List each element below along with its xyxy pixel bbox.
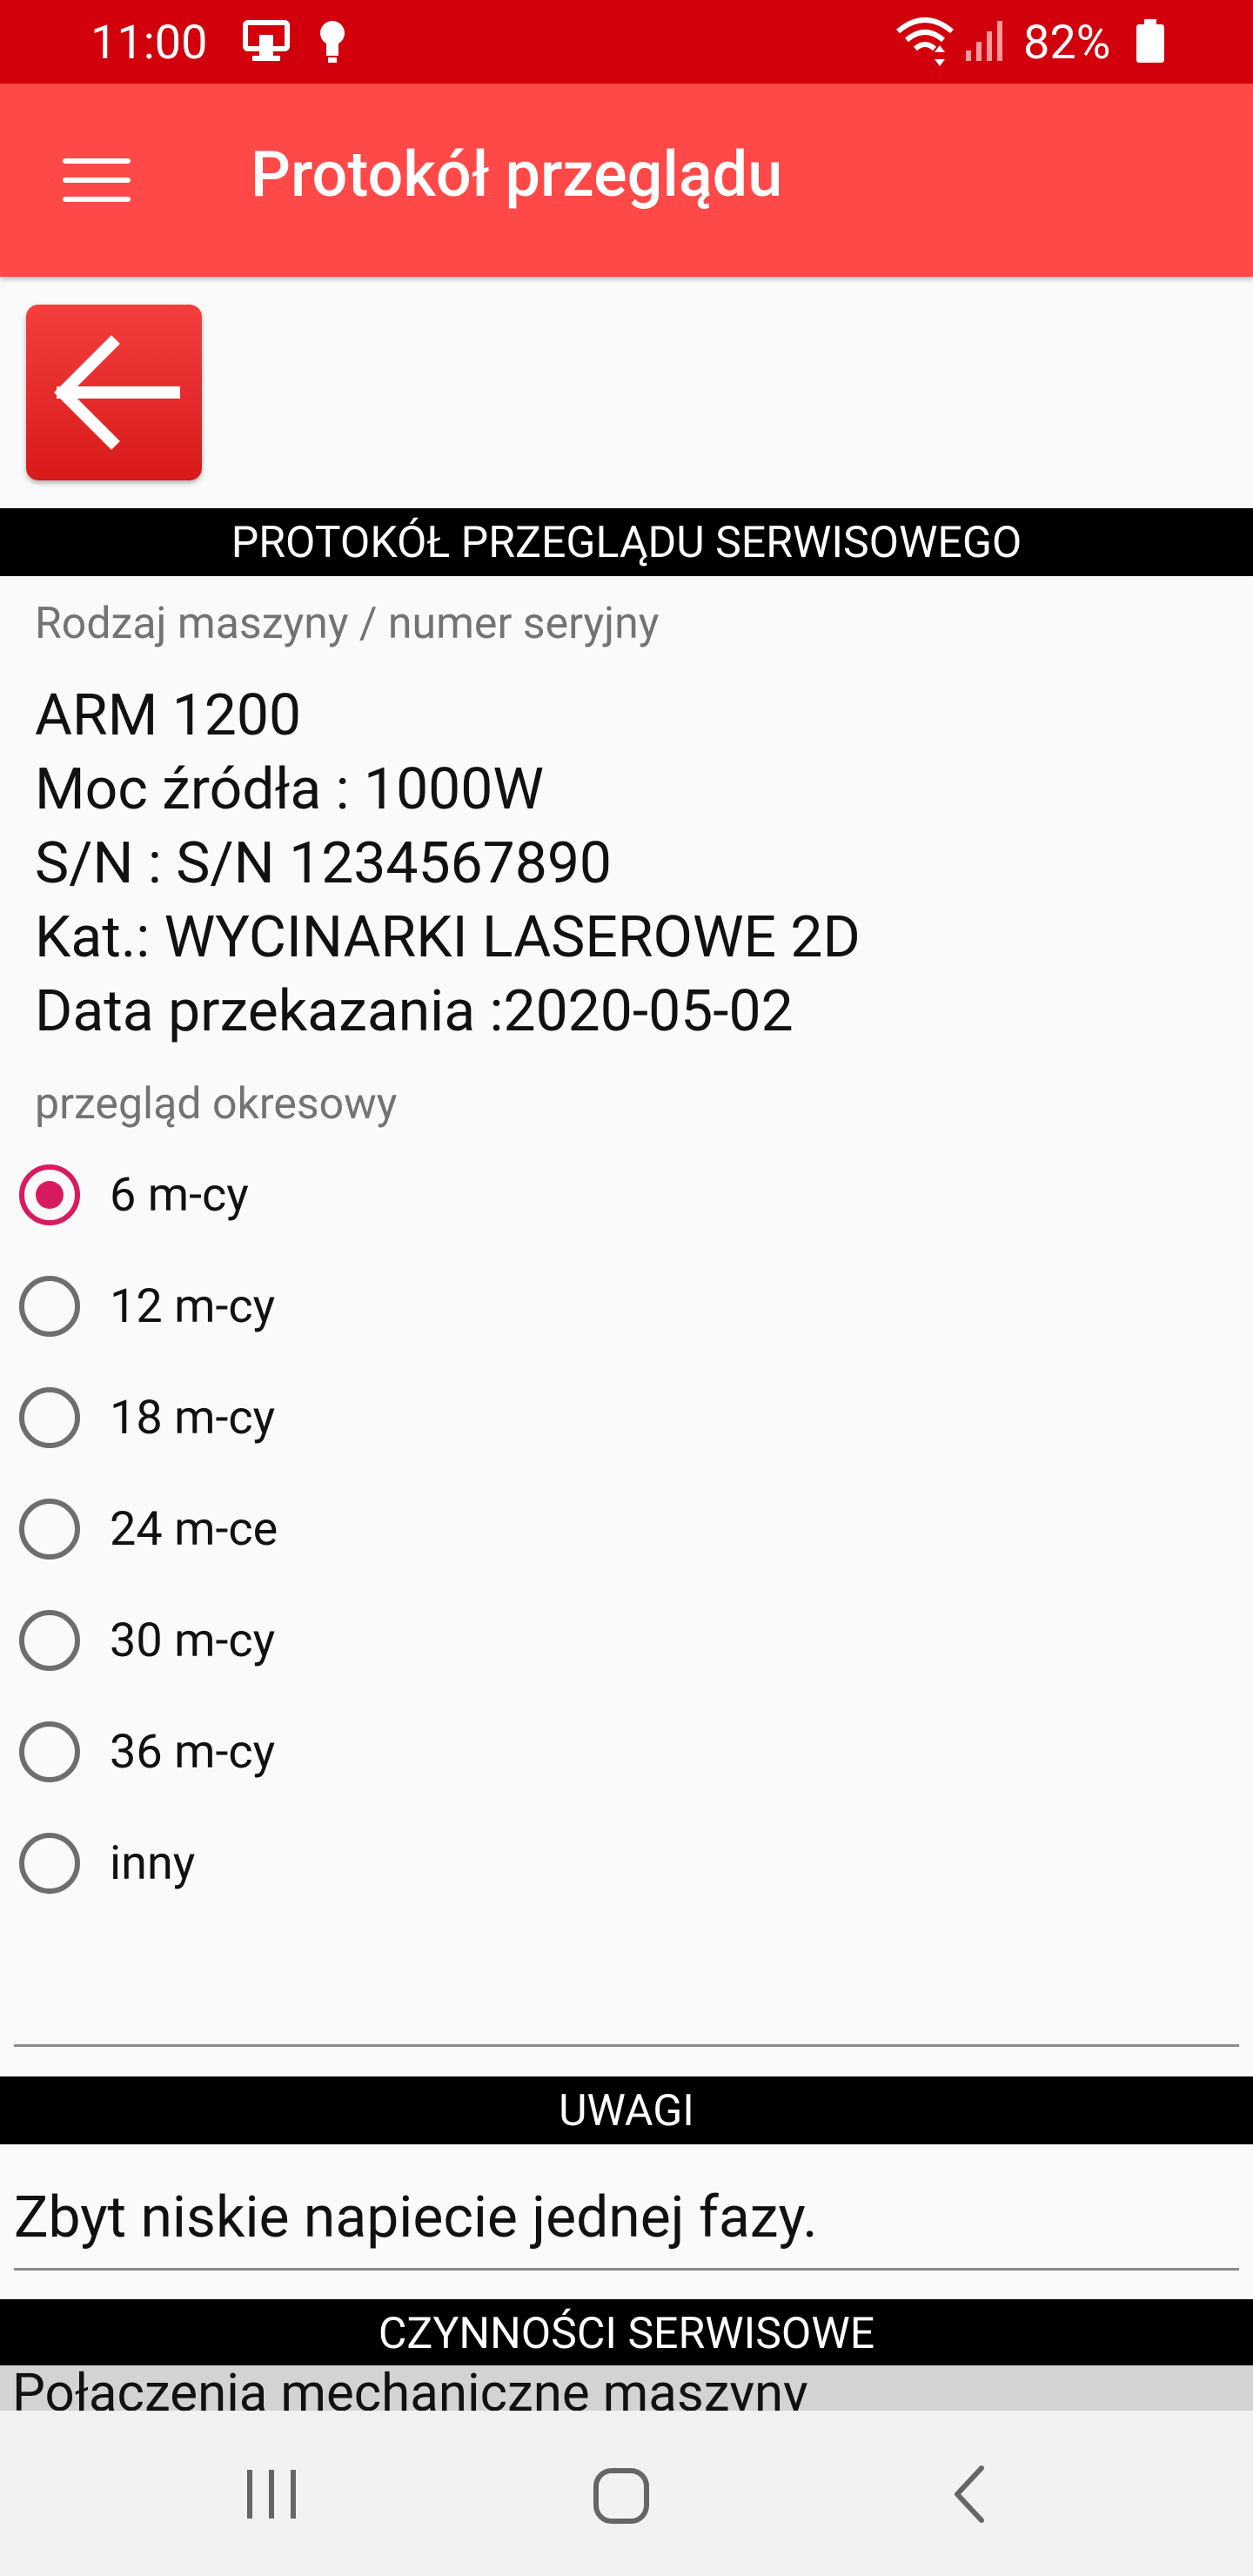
notes-underline [14, 2268, 1239, 2271]
machine-model: ARM 1200 [35, 682, 302, 749]
app-title: Protokół przeglądu [251, 138, 783, 211]
status-bar: 11:00 82% [0, 0, 1253, 84]
nfc-icon [240, 17, 292, 78]
radio-button[interactable] [19, 1833, 80, 1894]
radio-label: 36 m-cy [110, 1724, 276, 1780]
signal-icon [964, 19, 1008, 75]
back-button[interactable] [26, 305, 202, 480]
notes-header: UWAGI [0, 2076, 1253, 2144]
radio-label: 24 m-ce [110, 1501, 278, 1557]
app-bar: Protokół przeglądu [0, 84, 1253, 277]
handover-date: Data przekazania :2020-05-02 [35, 978, 794, 1045]
services-header: CZYNNOŚCI SERWISOWE [0, 2299, 1253, 2367]
battery-percentage: 82% [1023, 16, 1111, 70]
radio-label: inny [110, 1835, 196, 1891]
divider [14, 2044, 1239, 2047]
radio-button[interactable] [19, 1387, 80, 1448]
status-time: 11:00 [90, 16, 208, 70]
radio-label: 18 m-cy [110, 1390, 276, 1446]
radio-button-checked[interactable] [19, 1164, 80, 1225]
protocol-header: PROTOKÓŁ PRZEGLĄDU SERWISOWEGO [0, 508, 1253, 576]
radio-button[interactable] [19, 1721, 80, 1782]
recent-apps-icon[interactable] [244, 2466, 299, 2522]
notes-input[interactable]: Zbyt niskie napiecie jednej fazy. [14, 2184, 818, 2251]
periodic-inspection-label: przegląd okresowy [35, 1079, 398, 1130]
radio-option-24[interactable]: 24 m-ce [19, 1481, 278, 1577]
machine-power: Moc źródła : 1000W [35, 756, 544, 823]
arrow-left-icon [54, 335, 180, 450]
service-item[interactable]: Połączenia mechaniczne maszyny [0, 2365, 1253, 2411]
radio-label: 6 m-cy [110, 1167, 249, 1223]
radio-button[interactable] [19, 1276, 80, 1337]
radio-option-30[interactable]: 30 m-cy [19, 1593, 275, 1688]
home-icon[interactable] [592, 2466, 651, 2526]
back-icon[interactable] [950, 2463, 988, 2526]
radio-option-18[interactable]: 18 m-cy [19, 1370, 275, 1466]
battery-icon [1135, 19, 1166, 77]
radio-button[interactable] [19, 1610, 80, 1671]
machine-type-label: Rodzaj maszyny / numer seryjny [35, 599, 660, 649]
machine-category: Kat.: WYCINARKI LASEROWE 2D [35, 904, 861, 971]
radio-option-12[interactable]: 12 m-cy [19, 1258, 275, 1354]
hamburger-menu-icon[interactable] [63, 158, 132, 204]
wifi-icon [895, 16, 955, 78]
radio-option-36[interactable]: 36 m-cy [19, 1704, 275, 1800]
radio-button[interactable] [19, 1499, 80, 1560]
radio-label: 12 m-cy [110, 1278, 276, 1334]
machine-serial: S/N : S/N 1234567890 [35, 830, 613, 897]
lightbulb-icon [315, 17, 350, 78]
radio-option-6[interactable]: 6 m-cy [19, 1147, 249, 1243]
service-item-label: Połączenia mechaniczne maszyny [12, 2365, 808, 2411]
radio-option-other[interactable]: inny [19, 1815, 195, 1911]
radio-label: 30 m-cy [110, 1613, 276, 1668]
system-nav-bar [0, 2411, 1253, 2576]
